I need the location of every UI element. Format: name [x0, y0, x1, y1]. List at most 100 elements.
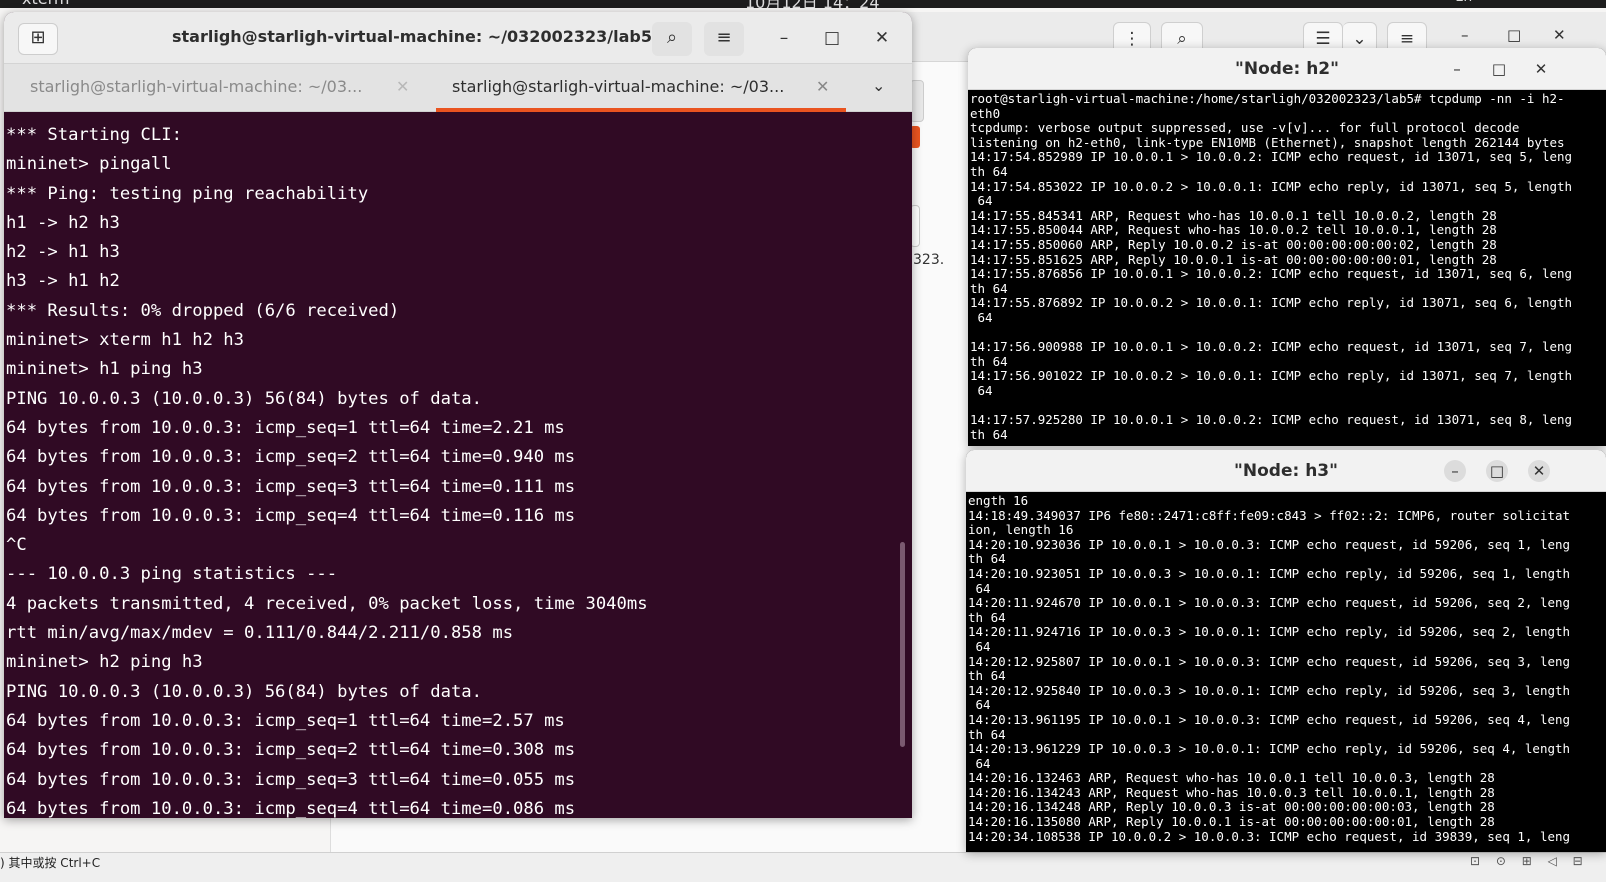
close-button[interactable]: ✕ [1528, 460, 1550, 482]
output-line: th 64 [970, 280, 1008, 296]
output-line: 14:20:12.925807 IP 10.0.0.1 > 10.0.0.3: … [968, 653, 1571, 669]
output-line: 64 [968, 638, 991, 654]
output-line: h1 -> h2 h3 [6, 212, 120, 233]
output-line: 14:17:55.850060 ARP, Reply 10.0.0.2 is-a… [970, 236, 1497, 252]
output-line: 14:20:11.924670 IP 10.0.0.1 > 10.0.0.3: … [968, 595, 1571, 611]
output-line: th 64 [968, 551, 1006, 567]
tabs-menu-chevron-icon[interactable]: ⌄ [872, 76, 885, 95]
close-button[interactable]: ✕ [870, 26, 894, 50]
output-line: 14:17:55.851625 ARP, Reply 10.0.0.1 is-a… [970, 251, 1497, 267]
xterm-node-h2-window[interactable]: "Node: h2" – □ ✕ root@starligh-virtual-m… [968, 48, 1606, 446]
output-line: --- 10.0.0.3 ping statistics --- [6, 564, 338, 585]
maximize-button[interactable]: □ [820, 26, 844, 50]
xterm-h3-output[interactable]: ength 16 14:18:49.349037 IP6 fe80::2471:c… [968, 494, 1606, 852]
output-line: 14:17:54.853022 IP 10.0.0.2 > 10.0.0.1: … [970, 178, 1573, 194]
output-line: PING 10.0.0.3 (10.0.0.3) 56(84) bytes of… [6, 388, 482, 409]
output-line: 64 [968, 697, 991, 713]
xterm-h3-title: "Node: h3" [1234, 461, 1338, 481]
tab-label: starligh@starligh-virtual-machine: ~/03.… [30, 77, 363, 96]
minimize-button[interactable]: – [772, 26, 796, 50]
output-line: 14:17:55.845341 ARP, Request who-has 10.… [970, 207, 1497, 223]
xterm-h2-titlebar[interactable]: "Node: h2" – □ ✕ [968, 48, 1606, 90]
output-line: 4 packets transmitted, 4 received, 0% pa… [6, 593, 648, 614]
background-file-name[interactable]: 323. [913, 252, 944, 268]
output-line: mininet> h1 ping h3 [6, 359, 203, 380]
output-line: 14:20:34.108538 IP 10.0.0.2 > 10.0.0.3: … [968, 828, 1571, 844]
output-line: 64 bytes from 10.0.0.3: icmp_seq=1 ttl=6… [6, 710, 565, 731]
bg-maximize-button[interactable]: □ [1507, 26, 1521, 44]
active-app-name[interactable]: xterm [22, 0, 69, 8]
output-line: mininet> pingall [6, 154, 172, 175]
output-line: th 64 [970, 353, 1008, 369]
search-icon[interactable]: ⌕ [652, 22, 692, 56]
output-line: tcpdump: verbose output suppressed, use … [970, 120, 1520, 136]
output-line: 14:18:49.349037 IP6 fe80::2471:c8ff:fe09… [968, 507, 1571, 523]
output-line: *** Results: 0% dropped (6/6 received) [6, 300, 400, 321]
output-line: mininet> xterm h1 h2 h3 [6, 330, 244, 351]
terminal-header-bar[interactable]: ⊞ starligh@starligh-virtual-machine: ~/0… [4, 12, 912, 64]
xterm-h3-titlebar[interactable]: "Node: h3" – □ ✕ [966, 450, 1606, 492]
xterm-node-h3-window[interactable]: "Node: h3" – □ ✕ ength 16 14:18:49.349037… [966, 450, 1606, 852]
minimize-button[interactable]: – [1444, 460, 1466, 482]
output-line: 64 bytes from 10.0.0.3: icmp_seq=2 ttl=6… [6, 447, 576, 468]
output-line: 64 bytes from 10.0.0.3: icmp_seq=3 ttl=6… [6, 476, 576, 497]
output-line: 64 [968, 580, 991, 596]
top-system-bar: xterm 10月12日 14：24 zh [0, 0, 1606, 8]
minimize-button[interactable]: – [1446, 58, 1468, 80]
output-line: 14:17:55.876856 IP 10.0.0.1 > 10.0.0.2: … [970, 266, 1573, 282]
output-line: eth0 [970, 105, 1001, 121]
bg-minimize-button[interactable]: – [1461, 26, 1469, 44]
input-method-indicator[interactable]: zh [1456, 0, 1472, 5]
output-line: 14:17:55.850044 ARP, Request who-has 10.… [970, 222, 1497, 238]
close-button[interactable]: ✕ [1530, 58, 1552, 80]
output-line: 14:20:13.961195 IP 10.0.0.1 > 10.0.0.3: … [968, 711, 1571, 727]
output-line: mininet> h2 ping h3 [6, 652, 203, 673]
active-tab-indicator [436, 108, 846, 112]
tab-label: starligh@starligh-virtual-machine: ~/03.… [452, 77, 785, 96]
output-line: 14:17:56.901022 IP 10.0.0.2 > 10.0.0.1: … [970, 368, 1573, 384]
output-line: 14:20:10.923036 IP 10.0.0.1 > 10.0.0.3: … [968, 536, 1571, 552]
output-line: *** Ping: testing ping reachability [6, 183, 369, 204]
output-line: PING 10.0.0.3 (10.0.0.3) 56(84) bytes of… [6, 681, 482, 702]
tab-close-icon[interactable]: ✕ [396, 77, 409, 96]
new-tab-icon[interactable]: ⊞ [18, 23, 58, 55]
maximize-button[interactable]: □ [1486, 460, 1508, 482]
output-line: 64 bytes from 10.0.0.3: icmp_seq=2 ttl=6… [6, 740, 576, 761]
output-line: 14:17:54.852989 IP 10.0.0.1 > 10.0.0.2: … [970, 149, 1573, 165]
output-line: 14:20:16.134243 ARP, Request who-has 10.… [968, 784, 1495, 800]
output-line: 14:17:56.900988 IP 10.0.0.1 > 10.0.0.2: … [970, 339, 1573, 355]
tab-close-icon[interactable]: ✕ [816, 77, 829, 96]
output-line: 14:20:16.135080 ARP, Reply 10.0.0.1 is-a… [968, 814, 1495, 830]
gnome-terminal-window[interactable]: ⊞ starligh@starligh-virtual-machine: ~/0… [4, 12, 912, 818]
xterm-h2-title: "Node: h2" [1235, 59, 1339, 79]
bottom-status-bar: ) 其中或按 Ctrl+C ⊡ ⊙ ⊞ ◁ ⊟ [0, 852, 1606, 882]
output-line: 14:20:11.924716 IP 10.0.0.3 > 10.0.0.1: … [968, 624, 1571, 640]
terminal-scrollbar[interactable] [900, 542, 905, 747]
menu-icon[interactable]: ≡ [704, 22, 744, 56]
output-line: ion, length 16 [968, 522, 1074, 538]
output-line: 14:20:13.961229 IP 10.0.0.3 > 10.0.0.1: … [968, 741, 1571, 757]
output-line: 64 [970, 193, 993, 209]
bg-close-button[interactable]: ✕ [1553, 26, 1566, 44]
output-line: root@starligh-virtual-machine:/home/star… [970, 92, 1565, 106]
system-tray-icons[interactable]: ⊡ ⊙ ⊞ ◁ ⊟ [1470, 854, 1589, 868]
output-line: listening on h2-eth0, link-type EN10MB (… [970, 134, 1565, 150]
output-line: 64 bytes from 10.0.0.3: icmp_seq=4 ttl=6… [6, 798, 576, 818]
status-hint-text: ) 其中或按 Ctrl+C [0, 856, 101, 870]
output-line: rtt min/avg/max/mdev = 0.111/0.844/2.211… [6, 623, 514, 644]
output-line: 64 bytes from 10.0.0.3: icmp_seq=4 ttl=6… [6, 505, 576, 526]
terminal-tab-2-active[interactable]: starligh@starligh-virtual-machine: ~/03.… [436, 64, 850, 112]
xterm-h2-output[interactable]: root@starligh-virtual-machine:/home/star… [970, 92, 1606, 446]
maximize-button[interactable]: □ [1488, 58, 1510, 80]
clock[interactable]: 10月12日 14：24 [745, 0, 880, 8]
terminal-tab-1[interactable]: starligh@starligh-virtual-machine: ~/03.… [12, 64, 426, 112]
terminal-output[interactable]: *** Starting CLI: mininet> pingall *** Pin… [4, 115, 912, 818]
output-line: 64 [970, 309, 993, 325]
output-line: *** Starting CLI: [6, 125, 182, 145]
output-line: th 64 [968, 726, 1006, 742]
output-line: h2 -> h1 h3 [6, 242, 120, 263]
output-line: h3 -> h1 h2 [6, 271, 120, 292]
output-line: ^C [6, 535, 27, 556]
output-line: 64 bytes from 10.0.0.3: icmp_seq=3 ttl=6… [6, 769, 576, 790]
